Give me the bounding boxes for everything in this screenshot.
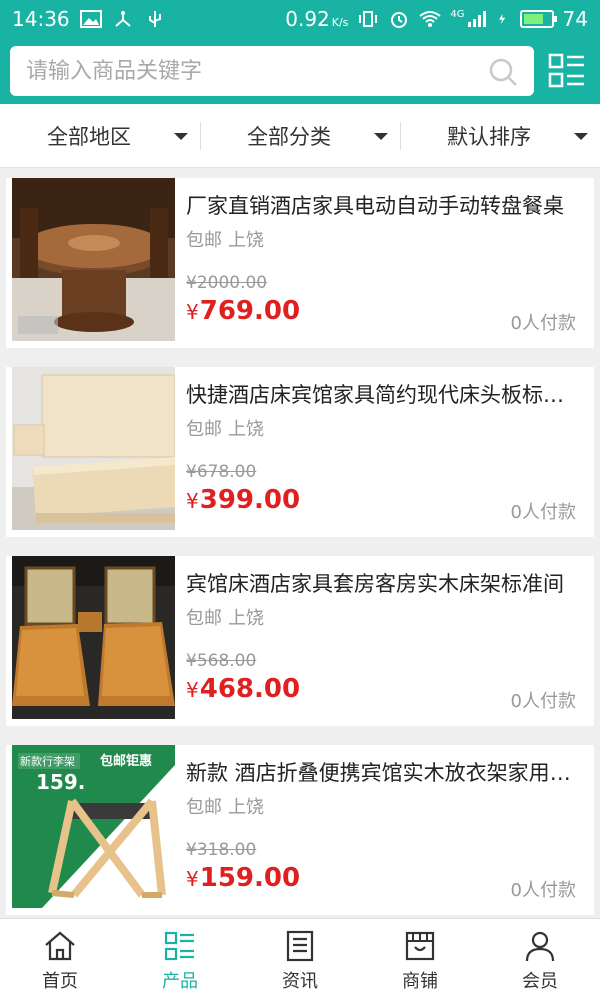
location-label: 上饶 [228, 797, 264, 818]
location-label: 上饶 [228, 419, 264, 440]
shop-icon [405, 931, 435, 961]
product-title[interactable]: 快捷酒店床宾馆家具简约现代床头板标准间 [186, 379, 581, 409]
current-price: ¥769.00 [186, 296, 301, 326]
shipping-label: 包邮 [186, 608, 222, 629]
product-card[interactable]: 快捷酒店床宾馆家具简约现代床头板标准间 包邮 上饶 ¥678.00 ¥399.00… [6, 367, 594, 537]
tab-news[interactable]: 资讯 [240, 919, 360, 1000]
status-time: 14:36 [12, 7, 70, 31]
product-image-twin-beds[interactable] [12, 556, 175, 719]
product-meta: 包邮 上饶 [186, 793, 264, 819]
gallery-icon [79, 10, 102, 28]
current-price: ¥159.00 [186, 863, 301, 893]
payment-count: 0人付款 [510, 313, 576, 334]
status-speed: 0.92 K/s [285, 7, 349, 31]
signal-icon [467, 11, 486, 27]
tab-products[interactable]: 产品 [120, 919, 240, 1000]
filter-label: 全部分类 [247, 124, 331, 149]
original-price: ¥678.00 [186, 462, 257, 482]
location-label: 上饶 [228, 608, 264, 629]
dropdown-arrow-icon [174, 133, 188, 140]
product-image-luggage-rack[interactable]: 新款行李架 159. 包邮钜惠 [12, 745, 175, 908]
current-price: ¥399.00 [186, 485, 301, 515]
filter-label: 默认排序 [447, 124, 531, 149]
original-price: ¥318.00 [186, 840, 257, 860]
tab-label: 商铺 [402, 971, 438, 992]
badge-price: 159. [36, 770, 85, 794]
original-price: ¥568.00 [186, 651, 257, 671]
filter-bar: 全部地区 全部分类 默认排序 [0, 104, 600, 168]
current-price: ¥468.00 [186, 674, 301, 704]
filter-region[interactable]: 全部地区 [0, 104, 200, 167]
products-icon [164, 931, 194, 961]
wifi-icon [419, 11, 442, 27]
usb-share-icon [114, 11, 131, 27]
badge-promo: 包邮钜惠 [100, 753, 152, 769]
product-card[interactable]: 新款行李架 159. 包邮钜惠 新款 酒店折叠便携宾馆实木放衣架家用行李架 包邮… [6, 745, 594, 915]
product-image-dining-table[interactable] [12, 178, 175, 341]
alarm-icon [391, 12, 408, 28]
product-card[interactable]: 厂家直销酒店家具电动自动手动转盘餐桌 包邮 上饶 ¥2000.00 ¥769.00… [6, 178, 594, 348]
tab-shop[interactable]: 商铺 [360, 919, 480, 1000]
tab-label: 首页 [42, 971, 78, 992]
dropdown-arrow-icon [374, 133, 388, 140]
shipping-label: 包邮 [186, 797, 222, 818]
search-icon[interactable] [488, 57, 518, 87]
category-menu-icon[interactable] [548, 52, 586, 90]
status-bar: 14:36 0.92 K/s 4G 74 [0, 0, 600, 38]
battery-icon [519, 10, 557, 28]
dropdown-arrow-icon [574, 133, 588, 140]
status-network: 4G [450, 9, 465, 20]
usb-icon [148, 11, 161, 27]
payment-count: 0人付款 [510, 502, 576, 523]
original-price: ¥2000.00 [186, 273, 268, 293]
product-title[interactable]: 宾馆床酒店家具套房客房实木床架标准间 [186, 568, 581, 598]
product-meta: 包邮 上饶 [186, 226, 264, 252]
shipping-label: 包邮 [186, 419, 222, 440]
tab-home[interactable]: 首页 [0, 919, 120, 1000]
home-icon [45, 931, 75, 961]
filter-label: 全部地区 [47, 124, 131, 149]
search-header [0, 38, 600, 104]
product-meta: 包邮 上饶 [186, 604, 264, 630]
filter-category[interactable]: 全部分类 [200, 104, 400, 167]
payment-count: 0人付款 [510, 691, 576, 712]
filter-sort[interactable]: 默认排序 [400, 104, 600, 167]
product-title[interactable]: 厂家直销酒店家具电动自动手动转盘餐桌 [186, 190, 581, 220]
product-card[interactable]: 宾馆床酒店家具套房客房实木床架标准间 包邮 上饶 ¥568.00 ¥468.00 … [6, 556, 594, 726]
location-label: 上饶 [228, 230, 264, 251]
tab-label: 会员 [522, 971, 558, 992]
charging-icon [498, 13, 505, 25]
product-list: 厂家直销酒店家具电动自动手动转盘餐桌 包邮 上饶 ¥2000.00 ¥769.00… [6, 178, 594, 934]
news-icon [286, 930, 314, 962]
bottom-tab-bar: 首页 产品 资讯 商铺 会员 [0, 918, 600, 1000]
product-image-hotel-bed[interactable] [12, 367, 175, 530]
product-meta: 包邮 上饶 [186, 415, 264, 441]
payment-count: 0人付款 [510, 880, 576, 901]
shipping-label: 包邮 [186, 230, 222, 251]
tab-member[interactable]: 会员 [480, 919, 600, 1000]
search-input[interactable] [10, 46, 470, 96]
product-title[interactable]: 新款 酒店折叠便携宾馆实木放衣架家用行李架 [186, 757, 581, 787]
badge-title: 新款行李架 [20, 754, 75, 768]
battery-level: 74 [562, 7, 588, 31]
vibrate-icon [359, 11, 378, 27]
search-box[interactable] [10, 46, 534, 96]
tab-label: 资讯 [282, 971, 318, 992]
tab-label: 产品 [162, 971, 198, 992]
member-icon [525, 931, 555, 962]
